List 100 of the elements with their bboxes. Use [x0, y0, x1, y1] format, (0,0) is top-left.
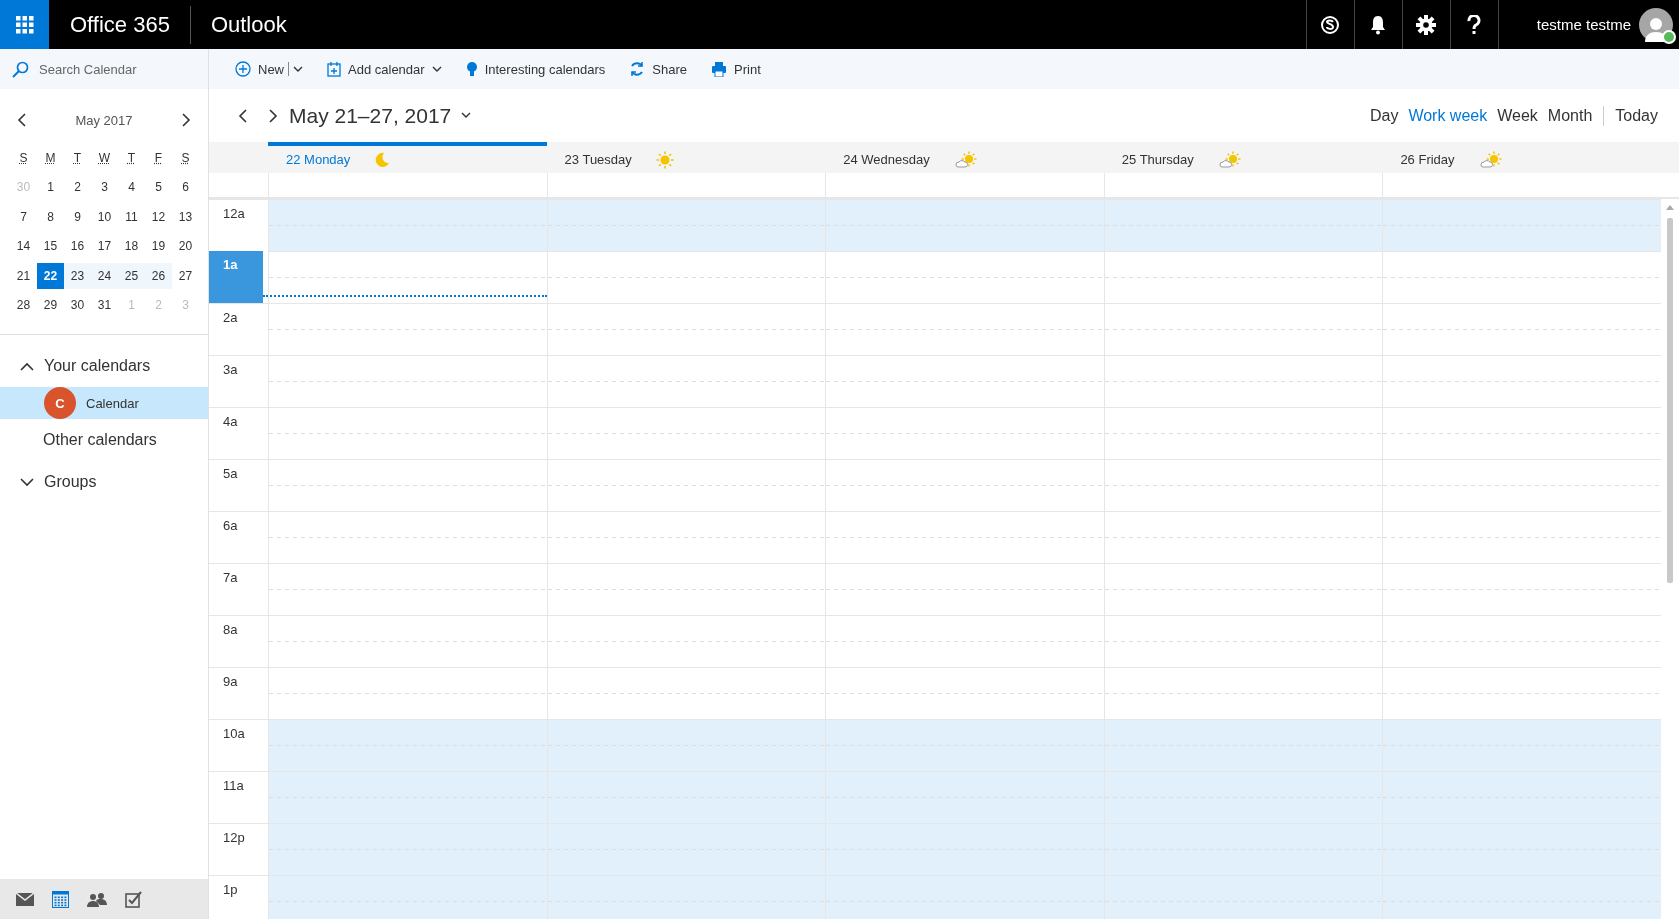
- time-slot[interactable]: [268, 823, 547, 875]
- toolbar-button[interactable]: Interesting calendars: [465, 61, 606, 77]
- time-slot[interactable]: [546, 875, 826, 919]
- time-slot[interactable]: [825, 615, 1104, 667]
- time-slot[interactable]: [825, 407, 1104, 459]
- time-slot[interactable]: [1103, 199, 1383, 251]
- time-slot[interactable]: [1382, 199, 1661, 251]
- date-cell[interactable]: 27: [172, 263, 199, 289]
- view-tab[interactable]: Week: [1492, 106, 1543, 125]
- time-slot[interactable]: [546, 823, 826, 875]
- time-slot[interactable]: [1382, 459, 1661, 511]
- toolbar-button[interactable]: Share: [629, 61, 688, 77]
- date-cell[interactable]: 6: [172, 174, 199, 200]
- time-slot[interactable]: [825, 355, 1104, 407]
- date-cell[interactable]: 7: [10, 204, 37, 230]
- toolbar-button[interactable]: New: [235, 61, 303, 77]
- time-slot[interactable]: [268, 459, 547, 511]
- date-cell[interactable]: 1: [37, 174, 64, 200]
- time-slot[interactable]: [1382, 563, 1661, 615]
- mail-nav-button[interactable]: [14, 890, 36, 908]
- time-slot[interactable]: [268, 719, 547, 771]
- date-cell[interactable]: 9: [64, 204, 91, 230]
- time-slot[interactable]: [1103, 407, 1383, 459]
- date-cell[interactable]: 17: [91, 233, 118, 259]
- time-slot[interactable]: [1382, 303, 1661, 355]
- time-slot[interactable]: [268, 667, 547, 719]
- time-slot[interactable]: [268, 771, 547, 823]
- time-slot[interactable]: [825, 563, 1104, 615]
- date-cell[interactable]: 19: [145, 233, 172, 259]
- date-cell[interactable]: 31: [91, 292, 118, 318]
- time-slot[interactable]: [1382, 251, 1661, 303]
- view-tab[interactable]: Day: [1364, 106, 1404, 125]
- time-slot[interactable]: [825, 875, 1104, 919]
- time-slot[interactable]: [1382, 823, 1661, 875]
- section-toggle[interactable]: Groups: [0, 461, 208, 503]
- time-slot[interactable]: [825, 251, 1104, 303]
- date-cell[interactable]: 8: [37, 204, 64, 230]
- time-slot[interactable]: [1103, 355, 1383, 407]
- date-cell[interactable]: 13: [172, 204, 199, 230]
- date-cell[interactable]: 2: [64, 174, 91, 200]
- time-slot[interactable]: [1103, 511, 1383, 563]
- time-slot[interactable]: [825, 719, 1104, 771]
- time-slot[interactable]: [1382, 667, 1661, 719]
- time-slot[interactable]: [546, 407, 826, 459]
- view-tab[interactable]: Work week: [1403, 106, 1493, 125]
- user-menu-button[interactable]: testme testme: [1497, 0, 1679, 49]
- time-slot[interactable]: [546, 667, 826, 719]
- date-cell[interactable]: 15: [37, 233, 64, 259]
- date-cell[interactable]: 3: [91, 174, 118, 200]
- time-slot[interactable]: [268, 615, 547, 667]
- today-button[interactable]: Today: [1610, 106, 1663, 125]
- time-slot[interactable]: [546, 251, 826, 303]
- date-cell[interactable]: 26: [145, 263, 172, 289]
- time-slot[interactable]: [1103, 823, 1383, 875]
- time-slot[interactable]: [546, 355, 826, 407]
- time-slot[interactable]: [1382, 615, 1661, 667]
- time-slot[interactable]: [268, 875, 547, 919]
- date-cell[interactable]: 11: [118, 204, 145, 230]
- time-slot[interactable]: [1103, 459, 1383, 511]
- time-slot[interactable]: [1382, 407, 1661, 459]
- search-field[interactable]: Search Calendar: [37, 60, 197, 78]
- time-slot[interactable]: [1103, 615, 1383, 667]
- date-cell[interactable]: 22: [37, 263, 64, 289]
- time-slot[interactable]: [825, 459, 1104, 511]
- date-cell[interactable]: 29: [37, 292, 64, 318]
- date-cell[interactable]: 4: [118, 174, 145, 200]
- date-cell[interactable]: 16: [64, 233, 91, 259]
- time-slot[interactable]: [1382, 355, 1661, 407]
- time-slot[interactable]: [268, 303, 547, 355]
- time-slot[interactable]: [546, 719, 826, 771]
- calendar-nav-button[interactable]: [50, 888, 71, 910]
- app-launcher-button[interactable]: [0, 0, 49, 49]
- time-slot[interactable]: [268, 407, 547, 459]
- time-slot[interactable]: [1382, 771, 1661, 823]
- time-slot[interactable]: [825, 199, 1104, 251]
- time-slot[interactable]: [546, 303, 826, 355]
- date-cell[interactable]: 24: [91, 263, 118, 289]
- search-box[interactable]: Search Calendar: [0, 49, 208, 89]
- date-cell[interactable]: 10: [91, 204, 118, 230]
- time-slot[interactable]: [546, 771, 826, 823]
- time-slot[interactable]: [1103, 303, 1383, 355]
- date-cell[interactable]: 12: [145, 204, 172, 230]
- time-slot[interactable]: [1103, 251, 1383, 303]
- toolbar-button[interactable]: Add calendar: [327, 61, 442, 77]
- toolbar-button[interactable]: Print: [711, 61, 761, 77]
- section-toggle[interactable]: Your calendars: [0, 345, 208, 387]
- view-tab[interactable]: Month: [1542, 106, 1598, 125]
- time-slot[interactable]: [1103, 875, 1383, 919]
- time-slot[interactable]: [268, 563, 547, 615]
- time-slot[interactable]: [1103, 771, 1383, 823]
- time-slot[interactable]: [825, 667, 1104, 719]
- time-slot[interactable]: [1382, 719, 1661, 771]
- calendar-item[interactable]: C Calendar: [0, 387, 208, 419]
- date-cell[interactable]: 23: [64, 263, 91, 289]
- date-cell[interactable]: 14: [10, 233, 37, 259]
- time-slot[interactable]: [268, 511, 547, 563]
- date-cell[interactable]: 18: [118, 233, 145, 259]
- time-slot[interactable]: [1382, 875, 1661, 919]
- date-cell[interactable]: 21: [10, 263, 37, 289]
- time-slot[interactable]: [1103, 667, 1383, 719]
